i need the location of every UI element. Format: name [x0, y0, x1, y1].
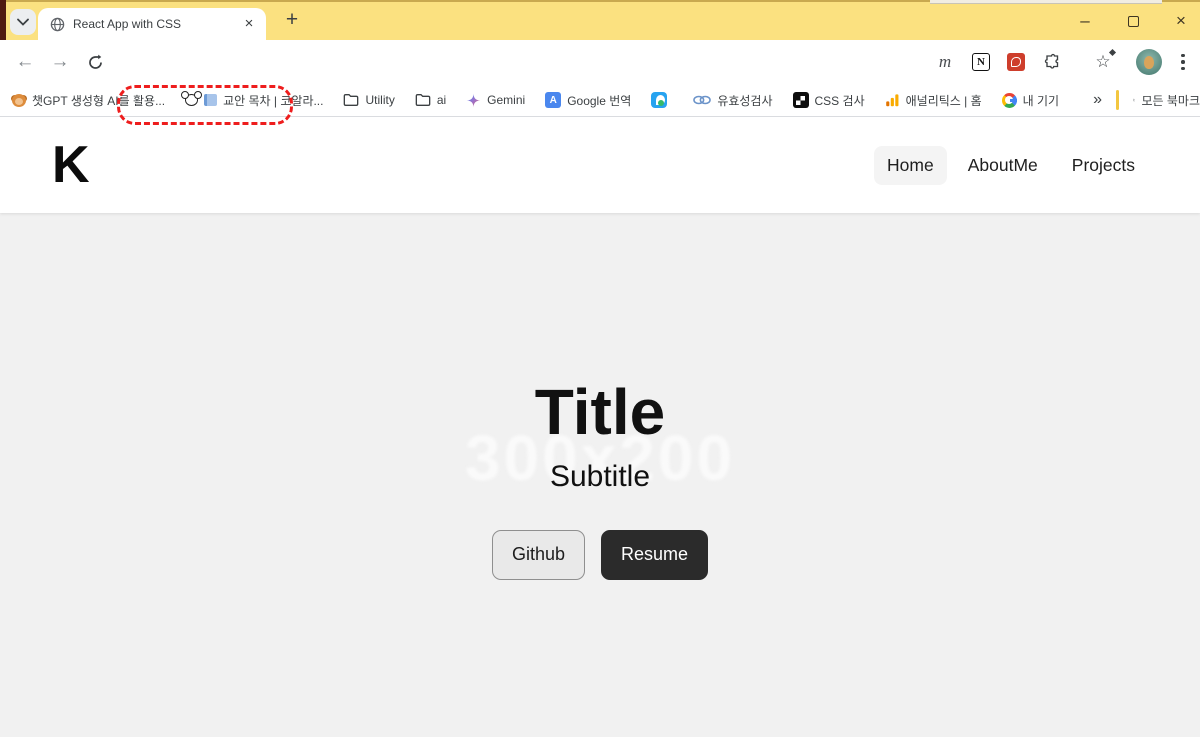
hero-buttons: Github Resume [0, 530, 1200, 579]
nav-item-aboutme[interactable]: AboutMe [955, 146, 1051, 185]
folder-icon [1133, 93, 1136, 107]
monkey-icon [12, 94, 26, 107]
bookmark-item[interactable]: A Google 번역 [545, 92, 631, 109]
hero-subtitle: Subtitle [0, 460, 1200, 494]
side-panel-button[interactable]: ☆ [1090, 40, 1116, 84]
tab-search-button[interactable] [10, 9, 36, 35]
site-nav: Home AboutMe Projects [874, 146, 1148, 185]
bookmark-item[interactable]: 유효성검사 [693, 92, 772, 109]
bookmark-item[interactable]: 교안 목차 | 코알라... [185, 92, 323, 109]
bookmark-folder[interactable]: Utility [343, 93, 394, 107]
bookmarks-separator [1116, 90, 1119, 110]
browser-tab[interactable]: React App with CSS × [38, 8, 266, 40]
resume-button[interactable]: Resume [601, 530, 708, 579]
tab-strip: React App with CSS × + [0, 0, 1200, 40]
kebab-menu-icon [1181, 54, 1185, 71]
medium-icon: m [939, 52, 951, 72]
bookmark-item[interactable] [651, 92, 673, 108]
nav-item-projects[interactable]: Projects [1059, 146, 1148, 185]
extension-notion[interactable]: N [968, 40, 994, 84]
forward-button[interactable]: → [45, 40, 75, 84]
link-chain-icon [693, 94, 711, 106]
profile-button[interactable] [1134, 40, 1164, 84]
extension-medium[interactable]: m [932, 40, 958, 84]
notion-icon: N [972, 53, 990, 71]
extension-red[interactable] [1003, 40, 1029, 84]
github-button[interactable]: Github [492, 530, 585, 579]
tab-title: React App with CSS [73, 17, 240, 31]
hero-title: Title [0, 379, 1200, 446]
bookmarks-overflow-button[interactable]: » [1079, 91, 1116, 109]
bookmark-item[interactable]: 내 기기 [1002, 92, 1059, 109]
google-g-icon [1002, 93, 1017, 108]
puzzle-icon [1044, 53, 1062, 71]
google-translate-icon: A [545, 92, 561, 108]
site-header: K Home AboutMe Projects [0, 117, 1200, 213]
book-icon [204, 94, 217, 106]
back-button[interactable]: ← [10, 40, 40, 84]
all-bookmarks-button[interactable]: 모든 북마크 [1133, 92, 1200, 109]
koala-icon [185, 94, 198, 106]
css-checker-icon [793, 92, 809, 108]
analytics-icon [885, 93, 900, 107]
folder-icon [415, 93, 431, 107]
reload-button[interactable] [80, 40, 110, 84]
bookmark-item[interactable]: 애널리틱스 | 홈 [885, 92, 982, 109]
chevron-down-icon [17, 18, 29, 26]
web-page: K Home AboutMe Projects 300x200 Title Su… [0, 116, 1200, 737]
site-logo[interactable]: K [52, 139, 88, 191]
blue-bird-icon [651, 92, 667, 108]
bookmarks-bar: 챗GPT 생성형 AI를 활용... 교안 목차 | 코알라... Utilit… [0, 84, 1200, 116]
globe-icon [50, 17, 65, 32]
gemini-icon [466, 93, 481, 108]
nav-item-home[interactable]: Home [874, 146, 947, 185]
reload-icon [87, 54, 104, 71]
bookmark-item[interactable]: 챗GPT 생성형 AI를 활용... [12, 92, 165, 109]
avatar [1136, 49, 1162, 75]
sparkle-star-icon: ☆ [1095, 52, 1110, 72]
browser-menu-button[interactable] [1170, 40, 1196, 84]
folder-icon [343, 93, 359, 107]
new-tab-button[interactable]: + [278, 6, 306, 34]
tab-close-icon[interactable]: × [240, 15, 258, 33]
browser-toolbar: ← → i localhost:5173 ☆ m N ☆ [0, 40, 1200, 84]
extensions-menu[interactable] [1040, 40, 1066, 84]
bookmark-folder[interactable]: ai [415, 93, 446, 107]
hero-section: 300x200 Title Subtitle Github Resume [0, 213, 1200, 737]
red-extension-icon [1007, 53, 1025, 71]
bookmark-item[interactable]: Gemini [466, 93, 525, 108]
bookmark-item[interactable]: CSS 검사 [793, 92, 865, 109]
